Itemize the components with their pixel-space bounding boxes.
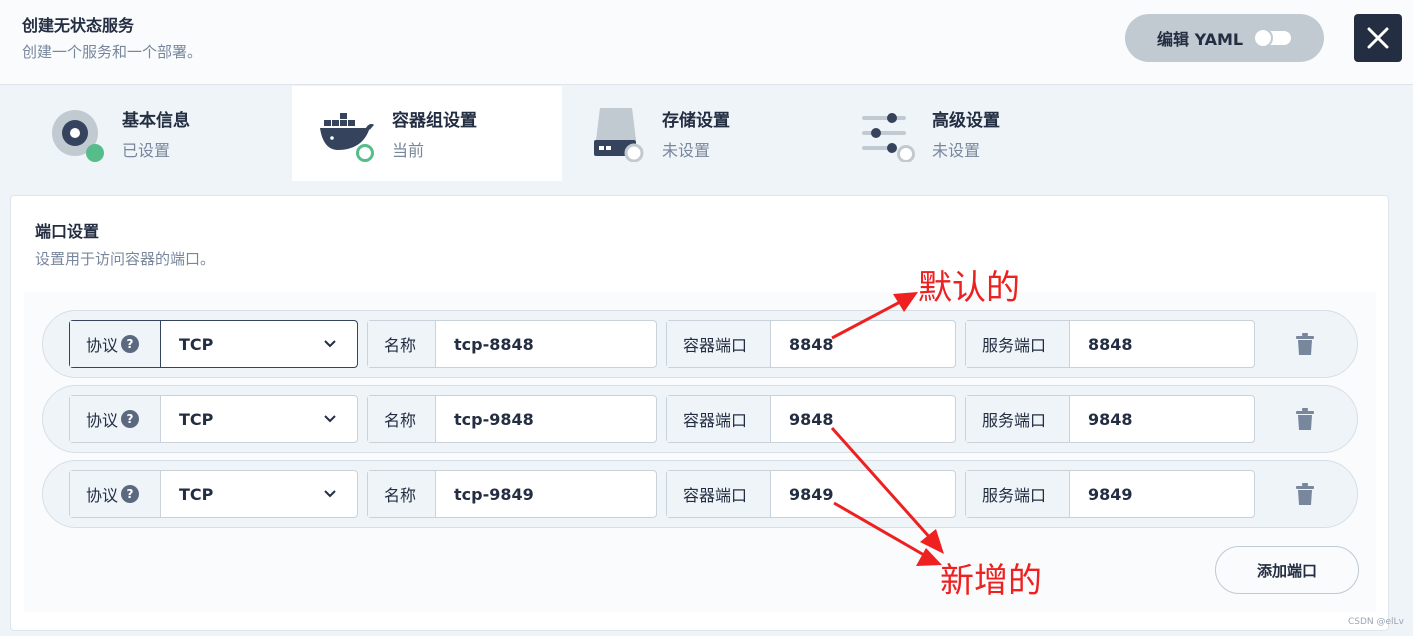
- protocol-value: TCP: [179, 334, 214, 354]
- step-name: 存储设置: [662, 111, 730, 131]
- port-name-input[interactable]: tcp-8848: [436, 321, 656, 367]
- port-settings-panel: 端口设置 设置用于访问容器的端口。 协议? TCP 名称 tcp-8848 容器…: [10, 195, 1389, 631]
- chevron-down-icon: [324, 415, 336, 423]
- edit-yaml-toggle[interactable]: 编辑 YAML: [1125, 14, 1324, 62]
- trash-icon[interactable]: [1296, 333, 1314, 355]
- edit-yaml-label: 编辑 YAML: [1157, 30, 1244, 49]
- help-icon[interactable]: ?: [121, 485, 140, 503]
- port-name-field[interactable]: 名称 tcp-9849: [367, 470, 657, 518]
- name-label: 名称: [368, 321, 436, 367]
- section-description: 设置用于访问容器的端口。: [35, 250, 216, 268]
- switch-knob: [1253, 28, 1273, 48]
- tab-advanced-settings[interactable]: 高级设置 未设置: [832, 86, 1102, 181]
- service-port-input[interactable]: 9848: [1070, 396, 1254, 442]
- protocol-label: 协议?: [70, 321, 161, 367]
- port-name-field[interactable]: 名称 tcp-8848: [367, 320, 657, 368]
- annotation-default-label: 默认的: [918, 268, 1020, 308]
- service-port-field[interactable]: 服务端口 9848: [965, 395, 1255, 443]
- tab-container-settings[interactable]: 容器组设置 当前: [292, 86, 562, 181]
- protocol-value: TCP: [179, 409, 214, 429]
- container-port-input[interactable]: 9848: [771, 396, 955, 442]
- container-port-field[interactable]: 容器端口 9849: [666, 470, 956, 518]
- disc-icon: [52, 110, 104, 162]
- page-subtitle: 创建一个服务和一个部署。: [22, 43, 203, 61]
- chevron-down-icon: [324, 490, 336, 498]
- service-port-label: 服务端口: [966, 321, 1070, 367]
- container-port-input[interactable]: 8848: [771, 321, 955, 367]
- service-port-label: 服务端口: [966, 396, 1070, 442]
- protocol-label: 协议?: [70, 396, 161, 442]
- step-name: 高级设置: [932, 111, 1000, 131]
- service-port-field[interactable]: 服务端口 8848: [965, 320, 1255, 368]
- container-port-label: 容器端口: [667, 396, 771, 442]
- chevron-down-icon: [324, 340, 336, 348]
- port-name-input[interactable]: tcp-9849: [436, 471, 656, 517]
- modal-header: 创建无状态服务 创建一个服务和一个部署。 编辑 YAML: [0, 0, 1413, 85]
- page-title: 创建无状态服务: [22, 16, 135, 35]
- step-name: 基本信息: [122, 111, 190, 131]
- protocol-select[interactable]: 协议? TCP: [69, 395, 358, 443]
- port-row: 协议? TCP 名称 tcp-9848 容器端口 9848 服务端口 9848: [42, 385, 1358, 453]
- sliders-icon: [862, 113, 915, 162]
- add-port-button[interactable]: 添加端口: [1215, 546, 1359, 594]
- port-row: 协议? TCP 名称 tcp-8848 容器端口 8848 服务端口 8848: [42, 310, 1358, 378]
- name-label: 名称: [368, 396, 436, 442]
- yaml-switch[interactable]: [1253, 28, 1291, 48]
- protocol-label: 协议?: [70, 471, 161, 517]
- help-icon[interactable]: ?: [121, 410, 140, 428]
- annotation-added-label: 新增的: [940, 561, 1042, 601]
- name-label: 名称: [368, 471, 436, 517]
- step-status: 已设置: [122, 141, 171, 160]
- docker-whale-icon: [320, 113, 374, 162]
- port-name-input[interactable]: tcp-9848: [436, 396, 656, 442]
- trash-icon[interactable]: [1296, 483, 1314, 505]
- service-port-input[interactable]: 8848: [1070, 321, 1254, 367]
- storage-drive-icon: [594, 108, 644, 162]
- close-button[interactable]: [1354, 14, 1402, 62]
- container-port-field[interactable]: 容器端口 9848: [666, 395, 956, 443]
- service-port-label: 服务端口: [966, 471, 1070, 517]
- trash-icon[interactable]: [1296, 408, 1314, 430]
- step-name: 容器组设置: [392, 111, 477, 131]
- container-port-input[interactable]: 9849: [771, 471, 955, 517]
- port-row: 协议? TCP 名称 tcp-9849 容器端口 9849 服务端口 9849: [42, 460, 1358, 528]
- service-port-input[interactable]: 9849: [1070, 471, 1254, 517]
- port-name-field[interactable]: 名称 tcp-9848: [367, 395, 657, 443]
- service-port-field[interactable]: 服务端口 9849: [965, 470, 1255, 518]
- tab-basic-info[interactable]: 基本信息 已设置: [0, 86, 270, 181]
- container-port-label: 容器端口: [667, 471, 771, 517]
- help-icon[interactable]: ?: [121, 335, 140, 353]
- container-port-field[interactable]: 容器端口 8848: [666, 320, 956, 368]
- close-icon: [1367, 27, 1389, 49]
- step-status: 当前: [392, 141, 425, 160]
- container-port-label: 容器端口: [667, 321, 771, 367]
- protocol-value: TCP: [179, 484, 214, 504]
- section-title: 端口设置: [35, 222, 100, 241]
- step-status: 未设置: [662, 141, 711, 160]
- tab-storage-settings[interactable]: 存储设置 未设置: [562, 86, 832, 181]
- step-status: 未设置: [932, 141, 981, 160]
- protocol-select[interactable]: 协议? TCP: [69, 470, 358, 518]
- watermark: CSDN @elLv: [1348, 617, 1404, 627]
- step-tabs: 基本信息 已设置 容器组设置 当前 存储设置 未设置 高级设置 未设置: [0, 86, 1413, 181]
- port-list: 协议? TCP 名称 tcp-8848 容器端口 8848 服务端口 8848: [24, 292, 1376, 612]
- protocol-select[interactable]: 协议? TCP: [69, 320, 358, 368]
